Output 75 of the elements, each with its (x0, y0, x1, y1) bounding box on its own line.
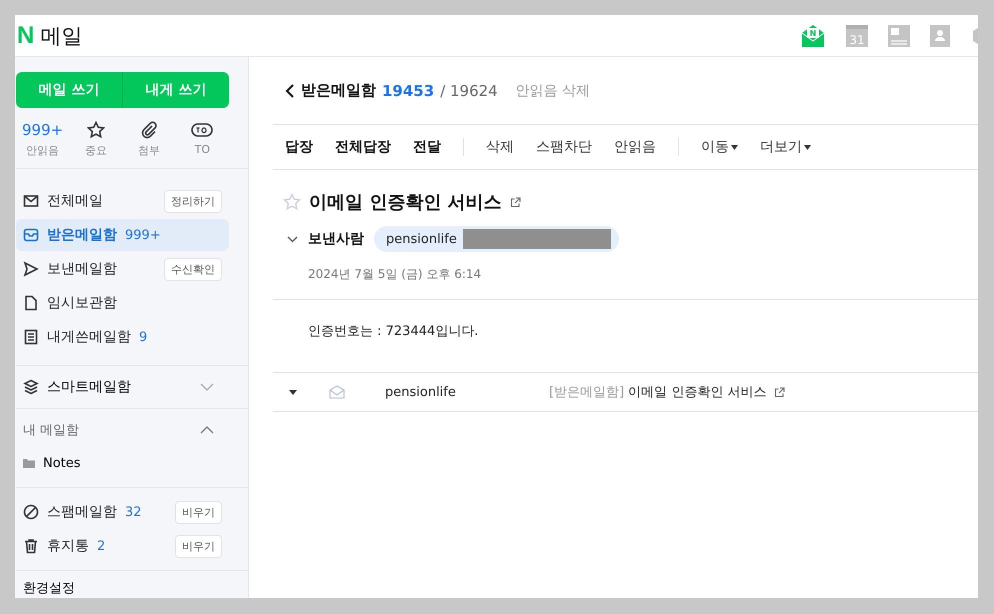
to-badge-icon (191, 123, 214, 137)
thread-folder: [받은메일함] (549, 384, 624, 401)
quick-filter[interactable]: 999+ 안읽음 (16, 120, 70, 158)
folder-item[interactable]: 스팸메일함 32 비우기 (16, 496, 229, 528)
external-link-icon[interactable] (774, 386, 786, 398)
folder-count: 32 (125, 504, 142, 520)
prohibited-icon (23, 504, 39, 520)
message-body: 인증번호는 : 723444입니다. (273, 300, 978, 373)
folder-name: 전체메일 (47, 192, 103, 210)
quick-filter-label: TO (194, 143, 210, 156)
folder-name: 보낸메일함 (47, 260, 117, 278)
folder-action-button[interactable]: 수신확인 (164, 258, 222, 280)
folder-name[interactable]: Notes (43, 456, 81, 470)
document-icon (23, 295, 39, 311)
chevron-up-icon[interactable] (200, 426, 214, 434)
envelope-icon (23, 193, 39, 209)
layers-icon (23, 379, 39, 395)
folder-item[interactable]: 내게쓴메일함 9 (16, 321, 229, 353)
folder-item[interactable]: 받은메일함 999+ (16, 219, 229, 251)
toolbar-button[interactable]: 삭제 (486, 138, 514, 156)
folder-item[interactable]: 임시보관함 (16, 287, 229, 319)
folder-name: 휴지통 (47, 537, 89, 555)
quick-filter-label: 중요 (84, 143, 107, 158)
folder-count: 999+ (125, 228, 161, 242)
folder-item[interactable]: 보낸메일함 수신확인 (16, 253, 229, 285)
folder-name[interactable]: 스마트메일함 (47, 378, 131, 396)
toolbar-button[interactable]: 전달 (413, 138, 441, 156)
toolbar-dropdown[interactable]: 이동 (701, 138, 738, 156)
sender-label: 보낸사람 (308, 230, 364, 248)
folder-name: 스팸메일함 (47, 503, 117, 521)
thread-sender: pensionlife (385, 384, 457, 400)
unread-count: 999+ (22, 120, 64, 140)
quick-filter-label: 첨부 (138, 143, 160, 158)
star-icon (86, 121, 105, 139)
folder-icon (23, 458, 35, 468)
toolbar-button[interactable]: 전체답장 (335, 138, 391, 156)
message-total: / 19624 (440, 82, 498, 100)
inbox-icon (23, 227, 39, 243)
quick-filter-label: 안읽음 (26, 143, 60, 158)
caret-icon (804, 144, 811, 150)
app-title: 메일 (40, 22, 82, 50)
folder-count: 2 (97, 538, 106, 554)
toolbar-button[interactable]: 답장 (285, 138, 313, 156)
message-date: 2024년 7월 5일 (금) 오후 6:14 (273, 252, 978, 300)
back-icon[interactable] (285, 82, 295, 98)
folder-name: 받은메일함 (47, 226, 117, 244)
caret-icon (731, 144, 738, 150)
toolbar-dropdown[interactable]: 더보기 (760, 138, 811, 156)
toolbar-button[interactable]: 안읽음 (614, 138, 656, 156)
toolbar-button[interactable]: 스팸차단 (536, 138, 592, 156)
folder-item[interactable]: 전체메일 정리하기 (16, 185, 229, 217)
thread-subject: 이메일 인증확인 서비스 (628, 384, 766, 401)
empty-button[interactable]: 비우기 (175, 534, 222, 558)
folder-action-button[interactable]: 정리하기 (164, 190, 222, 212)
section-title: 내 메일함 (23, 422, 80, 439)
empty-button[interactable]: 비우기 (175, 500, 222, 524)
folder-count: 9 (139, 330, 148, 344)
paper-plane-icon (23, 261, 39, 277)
star-icon[interactable] (283, 193, 301, 211)
message-subject: 이메일 인증확인 서비스 (309, 191, 502, 214)
note-icon (23, 329, 39, 345)
trash-icon (23, 538, 39, 554)
settings-link[interactable]: 환경설정 (23, 579, 75, 597)
caret-icon[interactable] (289, 390, 297, 394)
folder-name: 임시보관함 (47, 294, 117, 312)
message-index: 19453 (382, 82, 434, 100)
folder-title: 받은메일함 (301, 81, 376, 100)
envelope-icon (329, 385, 345, 399)
external-link-icon[interactable] (510, 196, 521, 208)
paperclip-icon (140, 121, 158, 139)
chevron-down-icon[interactable] (287, 236, 298, 242)
sender-chip[interactable]: pensionlife (374, 226, 619, 252)
thread-row[interactable]: pensionlife [받은메일함] 이메일 인증확인 서비스 (273, 373, 978, 412)
folder-name: 내게쓴메일함 (47, 328, 131, 346)
folder-item[interactable]: 휴지통 2 비우기 (16, 530, 229, 562)
